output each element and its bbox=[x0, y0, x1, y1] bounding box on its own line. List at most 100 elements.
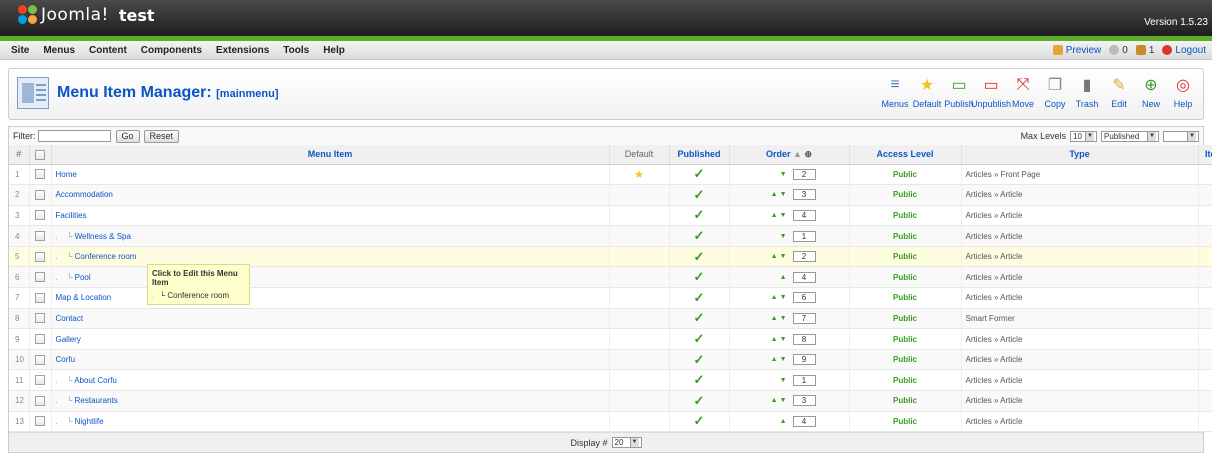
order-input[interactable]: 2 bbox=[792, 251, 816, 263]
move-up-icon[interactable]: ▲ bbox=[771, 294, 778, 301]
move-down-icon[interactable]: ▼ bbox=[780, 397, 787, 404]
row-checkbox[interactable] bbox=[35, 354, 45, 365]
access-level-link[interactable]: Public bbox=[849, 411, 962, 433]
col-published[interactable]: Published bbox=[669, 145, 730, 165]
table-row[interactable]: 2 Accommodation ✓ ▲ ▼ 3 Public Articles » Arti… bbox=[9, 184, 1212, 206]
order-input[interactable]: 7 bbox=[792, 312, 816, 324]
row-select-cell[interactable] bbox=[29, 369, 52, 392]
menus-button[interactable]: ≡ Menus bbox=[879, 74, 911, 109]
copy-button[interactable]: ❐ Copy bbox=[1039, 74, 1071, 109]
move-up-icon[interactable]: ▲ bbox=[771, 356, 778, 363]
move-down-icon[interactable]: ▼ bbox=[780, 233, 787, 240]
move-up-icon[interactable]: ▲ bbox=[771, 253, 778, 260]
published-check-icon[interactable]: ✓ bbox=[694, 228, 705, 243]
menu-item-link[interactable]: Map & Location bbox=[56, 293, 112, 302]
row-select-cell[interactable] bbox=[29, 225, 52, 247]
col-itemid[interactable]: ItemID bbox=[1198, 145, 1212, 165]
row-select-cell[interactable] bbox=[29, 164, 52, 186]
menubar-components[interactable]: Components bbox=[134, 45, 209, 56]
help-button[interactable]: ◎ Help bbox=[1167, 74, 1199, 109]
published-check-icon[interactable]: ✓ bbox=[694, 331, 705, 346]
order-input[interactable]: 3 bbox=[792, 395, 816, 407]
reset-button[interactable]: Reset bbox=[143, 129, 180, 143]
row-checkbox[interactable] bbox=[35, 231, 45, 242]
published-check-icon[interactable]: ✓ bbox=[694, 310, 705, 325]
messages-count[interactable]: 0 bbox=[1109, 45, 1128, 56]
order-input[interactable]: 3 bbox=[792, 189, 816, 201]
table-row[interactable]: 3 Facilities ✓ ▲ ▼ 4 Public Articles » Article… bbox=[9, 205, 1212, 227]
menubar-menus[interactable]: Menus bbox=[36, 45, 82, 56]
col-select-all[interactable] bbox=[29, 145, 52, 165]
move-up-icon[interactable]: ▲ bbox=[780, 274, 787, 281]
table-row[interactable]: 11. └ About Corfu ✓ ▼ 1 Public Articles » Arti… bbox=[9, 369, 1212, 392]
menu-item-link[interactable]: Wellness & Spa bbox=[75, 232, 131, 241]
access-level-link[interactable]: Public bbox=[849, 246, 962, 268]
unpublish-button[interactable]: ▭ Unpublish bbox=[971, 74, 1011, 109]
published-check-icon[interactable]: ✓ bbox=[694, 372, 705, 387]
move-down-icon[interactable]: ▼ bbox=[780, 253, 787, 260]
menu-item-link[interactable]: Home bbox=[56, 170, 77, 179]
table-row[interactable]: 9 Gallery ✓ ▲ ▼ 8 PublicArticles » Article12 bbox=[9, 328, 1212, 350]
menubar-content[interactable]: Content bbox=[82, 45, 134, 56]
menu-item-link[interactable]: Facilities bbox=[56, 211, 87, 220]
go-button[interactable]: Go bbox=[115, 129, 140, 143]
order-input[interactable]: 4 bbox=[792, 415, 816, 427]
row-checkbox[interactable] bbox=[35, 292, 45, 303]
access-level-link[interactable]: Public bbox=[849, 287, 962, 309]
table-row[interactable]: 4. └ Wellness & Spa ✓ ▼ 1 Public Articles » Ar… bbox=[9, 225, 1212, 247]
preview-link[interactable]: Preview bbox=[1052, 45, 1101, 56]
move-down-icon[interactable]: ▼ bbox=[780, 356, 787, 363]
published-check-icon[interactable]: ✓ bbox=[694, 413, 705, 428]
filter-input[interactable] bbox=[37, 130, 111, 142]
access-level-link[interactable]: Public bbox=[849, 328, 962, 350]
menu-item-link[interactable]: Contact bbox=[56, 314, 84, 323]
extra-filter-select[interactable]: ▼ bbox=[1163, 130, 1199, 142]
menu-item-link[interactable]: Restaurants bbox=[75, 396, 118, 405]
col-access-level[interactable]: Access Level bbox=[849, 145, 962, 165]
select-all-checkbox[interactable] bbox=[35, 149, 45, 160]
move-down-icon[interactable]: ▼ bbox=[780, 212, 787, 219]
row-select-cell[interactable] bbox=[29, 411, 52, 433]
move-up-icon[interactable]: ▲ bbox=[780, 418, 787, 425]
access-level-link[interactable]: Public bbox=[849, 164, 962, 186]
published-check-icon[interactable]: ✓ bbox=[694, 187, 705, 202]
menubar-site[interactable]: Site bbox=[4, 45, 36, 56]
menu-item-link[interactable]: Conference room bbox=[75, 252, 137, 261]
order-input[interactable]: 1 bbox=[792, 374, 816, 386]
row-select-cell[interactable] bbox=[29, 184, 52, 206]
logout-link[interactable]: Logout bbox=[1162, 45, 1206, 56]
row-select-cell[interactable] bbox=[29, 246, 52, 268]
move-up-icon[interactable]: ▲ bbox=[771, 212, 778, 219]
access-level-link[interactable]: Public bbox=[849, 390, 962, 412]
state-filter-select[interactable]: Published ▼ bbox=[1101, 130, 1159, 142]
menubar-extensions[interactable]: Extensions bbox=[209, 45, 276, 56]
order-input[interactable]: 6 bbox=[792, 292, 816, 304]
order-input[interactable]: 4 bbox=[792, 209, 816, 221]
order-input[interactable]: 9 bbox=[792, 354, 816, 366]
default-button[interactable]: ★ Default bbox=[911, 74, 943, 109]
order-input[interactable]: 8 bbox=[792, 333, 816, 345]
move-down-icon[interactable]: ▼ bbox=[780, 315, 787, 322]
row-select-cell[interactable] bbox=[29, 205, 52, 227]
table-row[interactable]: 1Home★✓▼2PublicArticles » Front Page1 bbox=[9, 164, 1212, 186]
row-select-cell[interactable] bbox=[29, 349, 52, 371]
access-level-link[interactable]: Public bbox=[849, 205, 962, 227]
row-select-cell[interactable] bbox=[29, 308, 52, 330]
edit-button[interactable]: ✎ Edit bbox=[1103, 74, 1135, 109]
row-checkbox[interactable] bbox=[35, 189, 45, 200]
menu-item-link[interactable]: Accommodation bbox=[56, 190, 113, 199]
move-up-icon[interactable]: ▲ bbox=[771, 397, 778, 404]
move-up-icon[interactable]: ▲ bbox=[771, 336, 778, 343]
access-level-link[interactable]: Public bbox=[849, 308, 962, 330]
published-check-icon[interactable]: ✓ bbox=[694, 249, 705, 264]
order-input[interactable]: 1 bbox=[792, 230, 816, 242]
table-row[interactable]: 8 Contact ✓ ▲ ▼ 7 PublicSmart Former5 bbox=[9, 308, 1212, 330]
move-button[interactable]: ⤧ Move bbox=[1007, 74, 1039, 109]
access-level-link[interactable]: Public bbox=[849, 184, 962, 206]
published-check-icon[interactable]: ✓ bbox=[694, 393, 705, 408]
col-type[interactable]: Type bbox=[961, 145, 1199, 165]
table-row[interactable]: 12 . └ Restaurants ✓ ▲ ▼ 3 Public Articles » Ar… bbox=[9, 390, 1212, 412]
col-order[interactable]: Order ▲ ⊕ bbox=[729, 145, 850, 165]
published-check-icon[interactable]: ✓ bbox=[694, 352, 705, 367]
order-input[interactable]: 2 bbox=[792, 168, 816, 180]
